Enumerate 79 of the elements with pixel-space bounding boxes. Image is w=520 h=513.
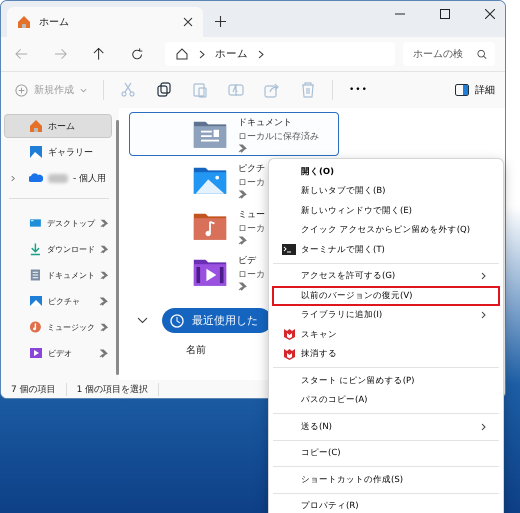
sidebar-item[interactable]: - 個人用 (5, 167, 111, 189)
details-button[interactable]: 詳細 (455, 83, 495, 97)
sidebar-item[interactable]: ミュージック (5, 316, 111, 338)
search-field[interactable]: ホームの検 (403, 42, 495, 66)
menu-item[interactable]: 送る(N) (272, 417, 500, 436)
folder-name: ピクチ (238, 162, 265, 174)
refresh-icon[interactable] (130, 48, 143, 60)
documents-icon (29, 268, 42, 282)
chevron-icon[interactable] (11, 174, 17, 182)
chevron-icon (198, 50, 205, 58)
sidebar-item[interactable]: ギャラリー (5, 141, 111, 163)
search-input[interactable]: ホームの検 (411, 48, 477, 60)
menu-item[interactable]: スキャン (272, 325, 500, 344)
menu-item[interactable]: ライブラリに追加(I) (272, 306, 500, 325)
menu-item[interactable]: 以前のバージョンの復元(V) (272, 286, 500, 306)
shield-icon (282, 348, 296, 361)
menu-item[interactable]: 新しいウィンドウで開く(E) (272, 201, 500, 220)
menu-item[interactable]: ショートカットの作成(S) (272, 470, 500, 490)
window-tab[interactable]: ホーム (7, 7, 203, 37)
close-icon[interactable] (183, 17, 193, 27)
download-icon (29, 242, 42, 256)
cloud-icon (29, 171, 43, 185)
folder-name: ミュー (238, 208, 265, 220)
up-icon[interactable] (93, 47, 105, 61)
menu-item[interactable]: クイック アクセスからピン留めを外す(Q) (272, 220, 500, 240)
terminal-icon (282, 244, 296, 256)
column-header[interactable]: 名前 (186, 343, 206, 357)
music-folder-icon (192, 210, 228, 242)
maximize-icon[interactable] (440, 9, 450, 19)
chevron-icon[interactable] (137, 317, 148, 324)
music-icon (29, 320, 42, 334)
plus-icon (15, 84, 28, 96)
menu-item[interactable]: 抹消する (272, 344, 500, 364)
menu-item[interactable]: パスのコピー(A) (272, 390, 500, 410)
folder-status: ローカルに保存済み (238, 130, 319, 142)
breadcrumb[interactable]: ホーム (214, 47, 248, 61)
more-button[interactable]: ••• (349, 85, 368, 95)
chevron-icon[interactable] (258, 50, 264, 58)
gallery-icon (29, 145, 43, 159)
folder-status: ローカ (238, 222, 265, 234)
menu-item[interactable]: ターミナルで開く(T) (272, 240, 500, 260)
status-text: 7 個の項目 (11, 382, 67, 396)
menu-item[interactable]: 開く(O) (272, 162, 500, 182)
folder-status: ローカ (238, 268, 265, 280)
new-tab-icon[interactable] (215, 16, 226, 27)
tab-title: ホーム (39, 16, 70, 29)
search-icon (477, 48, 487, 60)
sidebar-item[interactable]: ダウンロード (5, 238, 111, 260)
pictures-icon (29, 294, 43, 308)
home-icon (29, 119, 43, 133)
shield-icon (282, 328, 296, 342)
caret-icon (80, 88, 87, 92)
pictures-folder-icon (192, 164, 228, 196)
address-bar[interactable]: ホーム (164, 42, 395, 66)
panel-icon (455, 84, 469, 96)
sidebar-item[interactable]: ピクチャ (5, 290, 111, 312)
menu-item[interactable]: 新しいタブで開く(B) (272, 182, 500, 201)
scrollbar[interactable] (116, 120, 119, 375)
menu-item[interactable]: コピー(C) (272, 444, 500, 463)
status-text: 1 個の項目を選択 (76, 382, 160, 396)
folder-name: ドキュメント (238, 116, 293, 128)
clock-icon (170, 314, 184, 328)
folder-status: ローカ (238, 176, 265, 188)
sidebar-item[interactable]: ビデオ (5, 342, 111, 364)
video-icon (29, 346, 43, 360)
sidebar-item[interactable]: デスクトップ (5, 212, 111, 234)
close-icon[interactable] (485, 9, 495, 19)
menu-item[interactable]: アクセスを許可する(G) (272, 266, 500, 286)
copy-icon[interactable] (156, 82, 172, 98)
folder-name: ビデ (238, 254, 258, 266)
home-icon (174, 47, 189, 61)
home-icon (17, 15, 31, 29)
sidebar-item[interactable]: ホーム (5, 115, 111, 137)
documents-folder-icon (192, 118, 228, 150)
menu-item[interactable]: プロパティ(R) (272, 496, 500, 513)
menu-item[interactable]: スタート にピン留めする(P) (272, 371, 500, 390)
sidebar-item[interactable]: ドキュメント (5, 264, 111, 286)
video-folder-icon (192, 256, 228, 288)
folder-tile[interactable]: ドキュメント ローカルに保存済み (129, 112, 339, 156)
